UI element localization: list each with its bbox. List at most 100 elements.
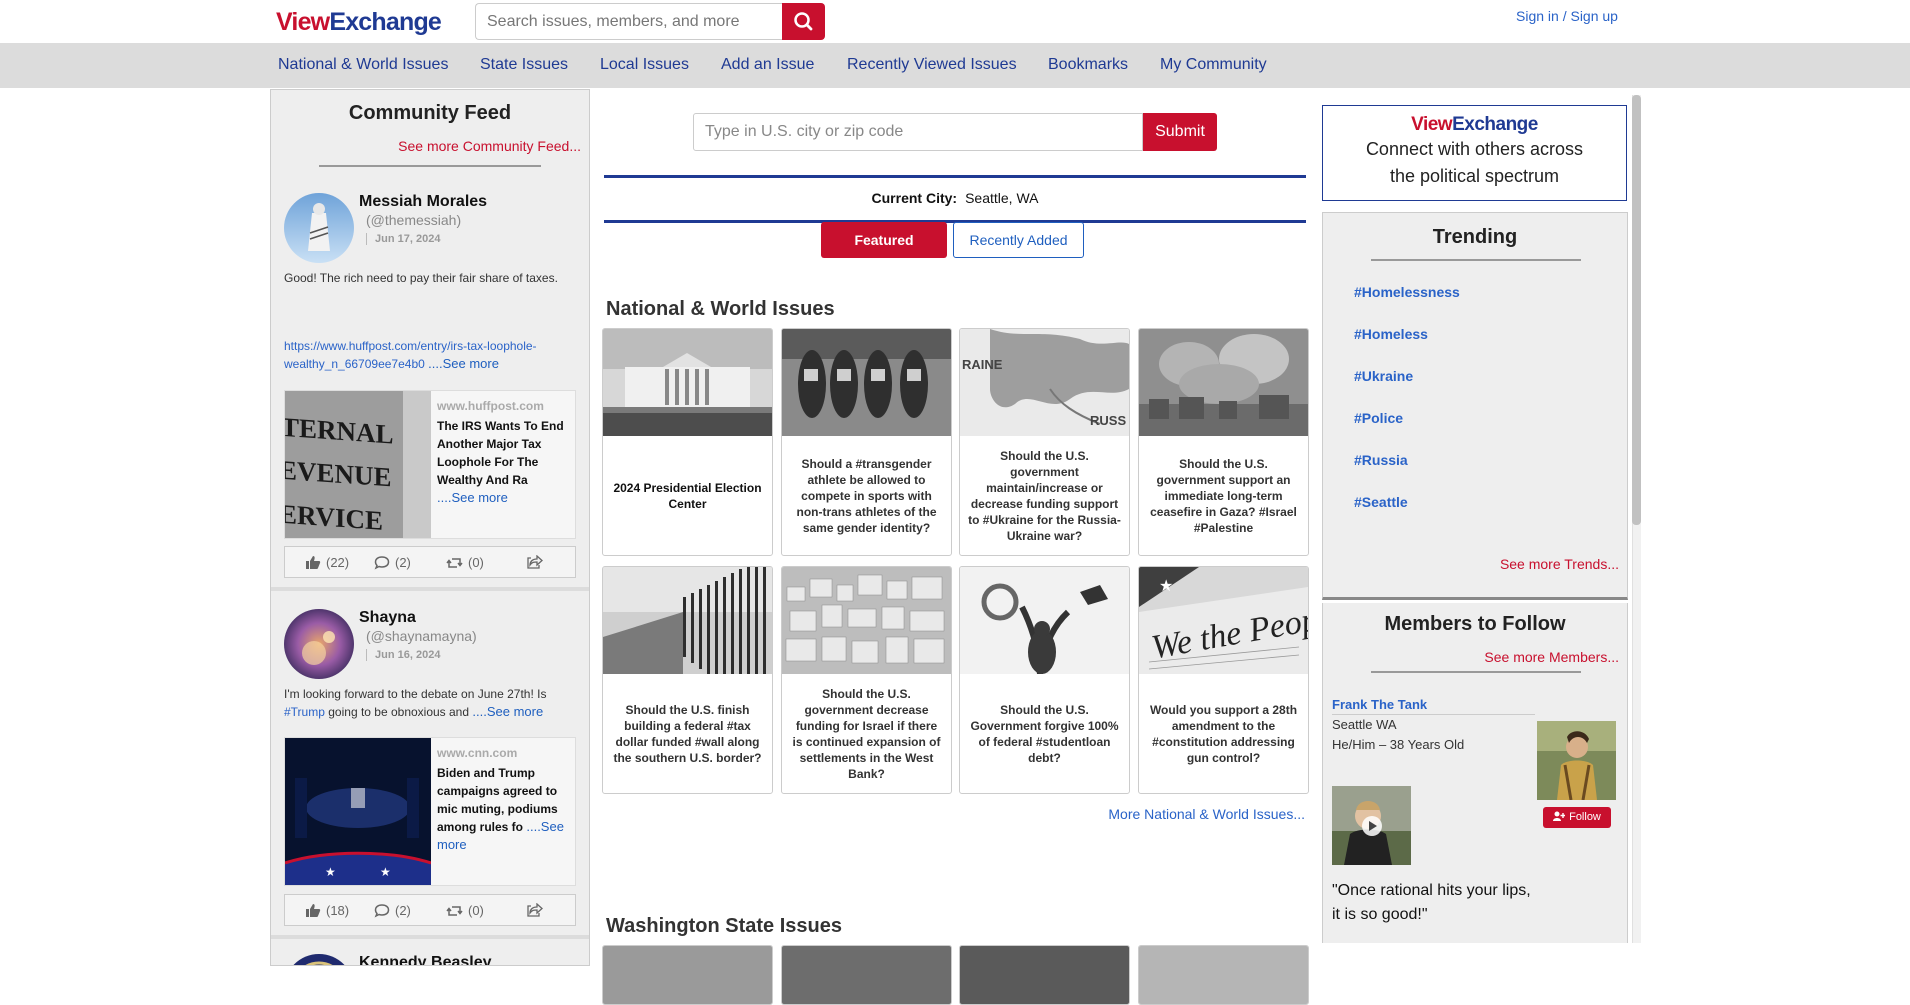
divider [271, 587, 589, 591]
issue-image [782, 329, 951, 436]
scrollbar-thumb[interactable] [1632, 95, 1641, 525]
comment-icon [374, 556, 390, 570]
issue-card[interactable] [602, 945, 773, 1005]
issue-image [782, 567, 951, 674]
issue-title: Should the U.S. Government forgive 100% … [970, 702, 1119, 765]
trending-tag[interactable]: #Homeless [1354, 326, 1428, 342]
issue-card[interactable]: Should the U.S. government decrease fund… [781, 566, 952, 794]
retweet-icon [446, 905, 463, 916]
post-see-more[interactable]: ....See more [472, 704, 543, 719]
issue-card[interactable]: Should the U.S. finish building a federa… [602, 566, 773, 794]
member-photo[interactable] [1537, 721, 1616, 800]
trending-panel: Trending #Homelessness #Homeless #Ukrain… [1322, 212, 1628, 600]
issue-card[interactable]: Should the U.S. Government forgive 100% … [959, 566, 1130, 794]
trending-tag[interactable]: #Ukraine [1354, 368, 1413, 384]
thumbs-up-icon [306, 904, 321, 917]
issue-image [1139, 946, 1308, 1004]
comment-button[interactable]: (2) [374, 903, 411, 918]
like-button[interactable]: (18) [305, 903, 349, 918]
current-city-label: Current City: [871, 190, 958, 206]
trending-tag[interactable]: #Russia [1354, 452, 1408, 468]
hashtag-link[interactable]: #Trump [284, 705, 325, 719]
issue-title: Should the U.S. finish building a federa… [613, 702, 762, 765]
members-see-more-link[interactable]: See more Members... [1484, 649, 1619, 665]
member-name[interactable]: Frank The Tank [1332, 697, 1427, 712]
trending-see-more-link[interactable]: See more Trends... [1500, 556, 1619, 572]
link-preview-card[interactable]: TERNAL EVENUE ERVICE www.huffpost.com The … [284, 390, 576, 539]
promo-logo: ViewExchange [1411, 114, 1538, 135]
nav-add-issue[interactable]: Add an Issue [721, 56, 814, 74]
nav-recently-viewed[interactable]: Recently Viewed Issues [847, 56, 1017, 74]
issue-card[interactable]: RAINE RUSS Should the U.S. government mai… [959, 328, 1130, 556]
issue-card[interactable]: Should the U.S. government support an im… [1138, 328, 1309, 556]
issue-image [1139, 329, 1308, 436]
avatar[interactable] [284, 193, 354, 263]
post-link-text: https://www.huffpost.com/entry/irs-tax-l… [284, 338, 574, 373]
issue-card[interactable]: 2024 Presidential Election Center [602, 328, 773, 556]
avatar[interactable] [284, 954, 354, 965]
trending-tag[interactable]: #Seattle [1354, 494, 1408, 510]
top-header: ViewExchange Search issues, members, and… [0, 0, 1910, 43]
current-city: Current City: Seattle, WA [604, 190, 1306, 206]
issue-card[interactable] [959, 945, 1130, 1005]
issue-card[interactable] [1138, 945, 1309, 1005]
divider [271, 935, 589, 939]
comment-button[interactable]: (2) [374, 555, 411, 570]
site-logo[interactable]: ViewExchange [276, 8, 442, 37]
city-zip-input[interactable]: Type in U.S. city or zip code [693, 113, 1143, 151]
retweet-icon [446, 557, 463, 568]
issue-card[interactable]: ★ We the Peop Would you support a 28th am… [1138, 566, 1309, 794]
post-action-bar: (18) (2) (0) [284, 894, 576, 926]
divider [1371, 671, 1581, 673]
more-national-issues-link[interactable]: More National & World Issues... [1108, 806, 1305, 822]
issue-card[interactable]: Should a #transgender athlete be allowed… [781, 328, 952, 556]
post-author-handle: (@shaynamayna) [366, 628, 477, 644]
nav-local[interactable]: Local Issues [600, 56, 689, 74]
link-see-more[interactable]: ....See more [437, 490, 508, 505]
post-text: I'm looking forward to the debate on Jun… [284, 687, 547, 719]
nav-bookmarks[interactable]: Bookmarks [1048, 56, 1128, 74]
external-share-button[interactable] [527, 903, 543, 917]
issue-image [960, 946, 1129, 1004]
promo-text: Connect with others across the political … [1365, 139, 1584, 186]
post-see-more[interactable]: ....See more [428, 356, 499, 371]
follow-button[interactable]: Follow [1543, 807, 1611, 828]
svg-text:★: ★ [1159, 578, 1173, 595]
issue-card[interactable] [781, 945, 952, 1005]
signin-link[interactable]: Sign in / Sign up [1516, 8, 1618, 24]
trending-tag[interactable]: #Homelessness [1354, 284, 1460, 300]
tab-featured[interactable]: Featured [821, 222, 947, 258]
link-title: Biden and Trump campaigns agreed to mic … [437, 766, 564, 852]
nav-my-community[interactable]: My Community [1160, 56, 1267, 74]
like-button[interactable]: (22) [305, 555, 349, 570]
issue-image: RAINE RUSS [960, 329, 1129, 436]
nav-national-world[interactable]: National & World Issues [278, 56, 448, 74]
nav-state[interactable]: State Issues [480, 56, 568, 74]
divider [319, 165, 541, 167]
feed-see-more-link[interactable]: See more Community Feed... [398, 138, 581, 154]
post-author-name[interactable]: Kennedy Beasley [359, 954, 492, 965]
external-share-button[interactable] [527, 555, 543, 569]
submit-button[interactable]: Submit [1143, 113, 1217, 151]
tab-recently-added[interactable]: Recently Added [953, 222, 1084, 258]
search-button[interactable] [782, 3, 825, 40]
member-video-thumbnail[interactable] [1332, 786, 1411, 865]
comment-icon [374, 904, 390, 918]
issue-title: Should the U.S. government maintain/incr… [968, 448, 1121, 543]
share-button[interactable]: (0) [446, 903, 484, 918]
avatar[interactable] [284, 609, 354, 679]
share-button[interactable]: (0) [446, 555, 484, 570]
post-author-name[interactable]: Shayna [359, 609, 416, 627]
issue-image [603, 567, 772, 674]
issue-title: Should the U.S. government decrease fund… [792, 686, 941, 781]
share-out-icon [527, 903, 543, 917]
post-author-name[interactable]: Messiah Morales [359, 193, 487, 211]
link-preview-card[interactable]: ★ ★ www.cnn.com Biden and Trump campaigns… [284, 737, 576, 886]
search-input[interactable]: Search issues, members, and more [475, 3, 782, 40]
link-preview-image: TERNAL EVENUE ERVICE [285, 391, 431, 538]
divider [604, 175, 1306, 178]
members-title: Members to Follow [1384, 613, 1566, 635]
trending-tag[interactable]: #Police [1354, 410, 1403, 426]
issue-image [603, 329, 772, 436]
link-title: The IRS Wants To End Another Major Tax L… [437, 419, 564, 505]
